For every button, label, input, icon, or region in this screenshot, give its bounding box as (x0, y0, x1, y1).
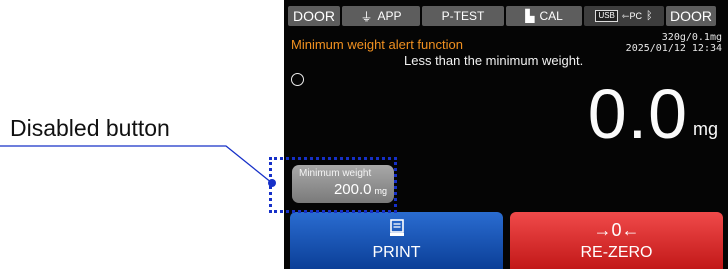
app-button[interactable]: ⏚ APP (342, 6, 420, 26)
rezero-button[interactable]: →0← RE-ZERO (510, 212, 723, 269)
balance-screen: DOOR ⏚ APP P-TEST ▙ CAL USB ⇽PC ᛒ DOOR M… (284, 0, 728, 269)
door-left-label: DOOR (293, 8, 335, 24)
datetime-text: 2025/01/12 12:34 (625, 43, 722, 54)
pc-connection-icon: ⇽PC (621, 10, 642, 21)
capacity-text: 320g/0.1mg (661, 32, 722, 43)
p-test-label: P-TEST (441, 9, 485, 23)
stability-indicator-icon (291, 73, 304, 86)
p-test-button[interactable]: P-TEST (422, 6, 504, 26)
app-icon: ⏚ (360, 9, 373, 24)
bluetooth-icon: ᛒ (645, 10, 653, 22)
connection-status: USB ⇽PC ᛒ (584, 6, 664, 26)
alert-title: Minimum weight alert function (291, 37, 463, 52)
cal-label: CAL (539, 9, 563, 23)
cal-weight-icon: ▙ (525, 9, 535, 23)
cal-button[interactable]: ▙ CAL (506, 6, 582, 26)
print-label: PRINT (372, 244, 421, 261)
rezero-icon: →0← (593, 220, 640, 240)
weight-value: 0.0 (587, 75, 688, 153)
usb-icon: USB (595, 10, 618, 22)
disabled-button-highlight (269, 157, 397, 213)
range-info: 320g/0.1mg 2025/01/12 12:34 (626, 32, 722, 54)
app-label: APP (377, 9, 402, 23)
weight-unit: mg (692, 119, 718, 139)
status-bar: DOOR ⏚ APP P-TEST ▙ CAL USB ⇽PC ᛒ DOOR (288, 6, 724, 30)
rezero-label: RE-ZERO (580, 244, 653, 261)
callout-leader-line (0, 145, 276, 187)
print-icon (389, 219, 404, 241)
print-button[interactable]: PRINT (290, 212, 503, 269)
door-left-button[interactable]: DOOR (288, 6, 340, 26)
door-right-label: DOOR (670, 8, 712, 24)
alert-message: Less than the minimum weight. (404, 53, 584, 68)
door-right-button[interactable]: DOOR (666, 6, 716, 26)
